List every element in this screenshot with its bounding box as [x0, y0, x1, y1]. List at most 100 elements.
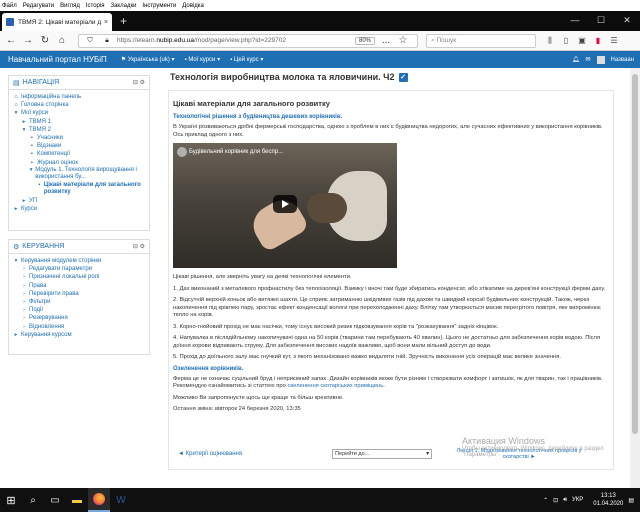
notifications-icon[interactable]: ▤: [628, 497, 634, 504]
navigation-item[interactable]: ▪ Учасники: [13, 134, 145, 142]
clock[interactable]: 13:13 01.04.2020: [588, 492, 623, 508]
close-tab-icon[interactable]: ×: [104, 19, 108, 26]
navigation-tree: ⌂ Інформаційна панель ⌂ Головна сторінка ▾ Мо…: [9, 90, 149, 216]
greening-paragraph: Ферма це не означає суцільний бруд і неп…: [173, 375, 603, 390]
menu-2[interactable]: Вигляд: [60, 3, 80, 9]
reload-button[interactable]: ↻: [38, 34, 52, 48]
network-icon[interactable]: ⊡: [553, 497, 558, 504]
site-brand[interactable]: Навчальний портал НУБіП: [8, 55, 107, 64]
prev-activity-link[interactable]: ◄ Критерії оцінювання: [178, 451, 242, 457]
windows-start-icon[interactable]: ⊞: [0, 488, 22, 512]
admin-item[interactable]: › Перевірити права: [13, 290, 145, 298]
language-indicator[interactable]: УКР: [572, 497, 583, 503]
page-title: Технологія виробництва молока та яловичи…: [170, 72, 408, 82]
block-controls[interactable]: ⊟ ⚙: [133, 79, 145, 86]
video-title[interactable]: Будівельний корівник для беспр...: [189, 149, 283, 155]
navigation-item[interactable]: ⌂ Інформаційна панель: [13, 93, 145, 101]
minimize-button[interactable]: —: [562, 11, 588, 31]
url-bar[interactable]: ⛉ 🔒︎ https://elearn.nubip.edu.ua/mod/pag…: [78, 33, 418, 48]
tree-node-icon: ›: [23, 315, 25, 322]
search-input[interactable]: ⌕ Пошук: [426, 33, 536, 48]
admin-item[interactable]: › Події: [13, 306, 145, 314]
point-paragraph: 4. Напувалка в післядійльному накопичува…: [173, 335, 601, 349]
system-tray: ⌃ ⊡ 🔊︎ УКР 13:13 01.04.2020 ▤: [538, 492, 640, 508]
admin-item[interactable]: › Резервування: [13, 314, 145, 322]
greening-article-link[interactable]: озеленення скотарських приміщень: [287, 383, 383, 389]
completion-checkbox[interactable]: ✓: [398, 72, 408, 82]
intro-paragraph: В Україні розвиваються дрібні фермерські…: [173, 124, 603, 138]
avatar[interactable]: [596, 55, 605, 64]
close-window-button[interactable]: ✕: [614, 11, 640, 31]
navigation-item[interactable]: ▸ Курси: [13, 205, 145, 213]
new-tab-button[interactable]: +: [120, 14, 127, 28]
admin-item[interactable]: › Права: [13, 282, 145, 290]
admin-item[interactable]: › Фільтри: [13, 298, 145, 306]
navigation-item[interactable]: ▪ Компетенції: [13, 150, 145, 158]
page-scrollbar[interactable]: [630, 68, 640, 488]
forward-button[interactable]: →: [21, 34, 35, 48]
this-course-menu[interactable]: ▪ Цей курс ▾: [230, 56, 263, 63]
admin-item[interactable]: › Відновлення: [13, 323, 145, 331]
more-icon[interactable]: ...: [379, 34, 393, 48]
home-button[interactable]: ⌂: [55, 34, 69, 48]
administration-tree: ▾ Керування модулем сторінки › Редагувати п…: [9, 254, 149, 342]
firefox-icon[interactable]: [88, 488, 110, 512]
flag-icon[interactable]: ▮: [592, 35, 604, 47]
menu-icon[interactable]: ☰: [608, 35, 620, 47]
navigation-item[interactable]: ▪ Журнал оцінок: [13, 159, 145, 167]
menu-6[interactable]: Довідка: [182, 3, 204, 9]
library-icon[interactable]: ⫼: [544, 35, 556, 47]
closing-paragraph: Можливо Ви запропонуєте щось ще краще та…: [173, 394, 344, 401]
navigation-item[interactable]: ▾ Модуль 1. Технологія вирощування і вико…: [13, 167, 145, 182]
admin-item-label: Права: [29, 282, 47, 289]
navigation-item[interactable]: ▸ УП: [13, 197, 145, 205]
tree-node-icon: ▸: [22, 197, 26, 204]
navigation-item[interactable]: ▸ ТВМЯ 1: [13, 118, 145, 126]
menu-1[interactable]: Редагувати: [23, 3, 54, 9]
back-button[interactable]: ←: [4, 34, 18, 48]
video-embed[interactable]: Будівельний корівник для беспр...: [173, 143, 397, 268]
file-explorer-icon[interactable]: ▬: [66, 488, 88, 512]
messages-icon[interactable]: ✉: [586, 56, 591, 63]
user-name[interactable]: Назваан: [611, 57, 634, 63]
sidebar-icon[interactable]: ▯: [560, 35, 572, 47]
browser-tab[interactable]: ТВМЯ 2: Цікаві матеріали для ... ×: [2, 13, 112, 31]
menu-0[interactable]: Файл: [2, 3, 17, 9]
tree-node-icon: ▪: [31, 151, 33, 158]
menu-5[interactable]: Інструменти: [142, 3, 176, 9]
block-controls[interactable]: ⊟ ⚙: [133, 243, 145, 250]
admin-item[interactable]: ▾ Керування модулем сторінки: [13, 257, 145, 265]
play-icon[interactable]: [273, 195, 297, 213]
volume-icon[interactable]: 🔊︎: [563, 497, 567, 504]
navigation-item[interactable]: ▪ Цікаві матеріали для загального розвитк…: [13, 182, 145, 197]
admin-item[interactable]: › Редагувати параметри: [13, 265, 145, 273]
menu-3[interactable]: Історія: [86, 3, 105, 9]
task-view-icon[interactable]: ▭: [44, 488, 66, 512]
extension-icon[interactable]: ▣: [576, 35, 588, 47]
jump-to-select[interactable]: Перейти до...: [332, 449, 433, 459]
tree-node-icon: ›: [23, 323, 25, 330]
language-menu[interactable]: ⚑ Українська (uk) ▾: [121, 56, 175, 63]
tray-chevron-icon[interactable]: ⌃: [543, 497, 548, 504]
page-content: Цікаві матеріали для загального розвитку…: [168, 90, 614, 470]
notifications-icon[interactable]: 🔔︎: [572, 56, 580, 63]
admin-item[interactable]: › Призначені локальні ролі: [13, 273, 145, 281]
admin-item-label: Редагувати параметри: [29, 266, 93, 273]
tree-node-icon: ▾: [14, 258, 18, 264]
subtitle-greening: Озеленення корівників.: [173, 365, 244, 372]
menu-4[interactable]: Закладки: [110, 3, 136, 9]
zoom-level[interactable]: 80%: [354, 36, 375, 45]
admin-item[interactable]: ▸ Керування курсом: [13, 331, 145, 339]
search-icon[interactable]: ⌕: [22, 488, 44, 512]
navigation-item[interactable]: ▾ ТВМЯ 2: [13, 126, 145, 134]
navigation-item[interactable]: ▾ Мої курси: [13, 109, 145, 117]
scrollbar-thumb[interactable]: [632, 74, 638, 434]
maximize-button[interactable]: ☐: [588, 11, 614, 31]
my-courses-menu[interactable]: ▪ Мої курси ▾: [185, 56, 221, 63]
navigation-item[interactable]: ⌂ Головна сторінка: [13, 101, 145, 109]
word-icon[interactable]: W: [110, 488, 132, 512]
point-paragraph: 5. Прохід до доїльного залу має гнучкий …: [173, 354, 561, 360]
tree-node-icon: ›: [23, 299, 25, 306]
navigation-item[interactable]: ▪ Відзнаки: [13, 142, 145, 150]
star-icon[interactable]: ☆: [396, 34, 410, 48]
